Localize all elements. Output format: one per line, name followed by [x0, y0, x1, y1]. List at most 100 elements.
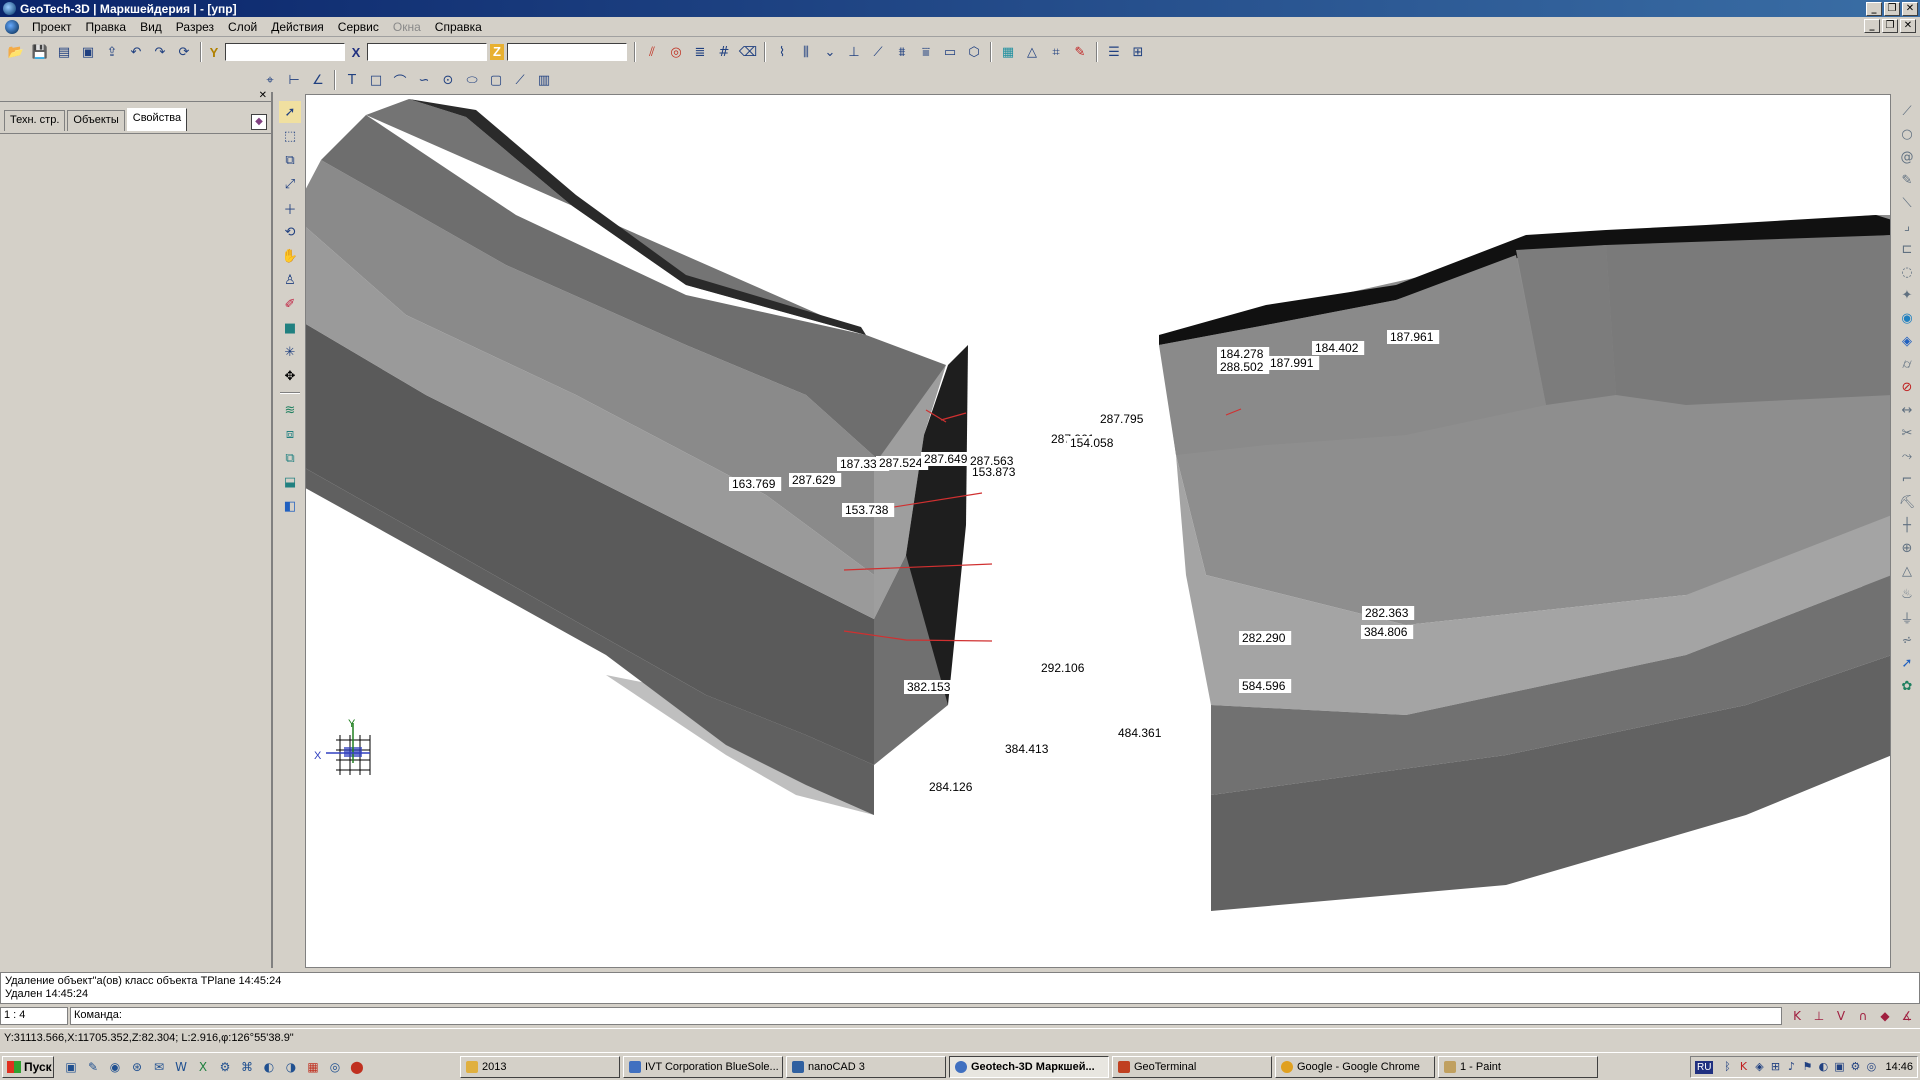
- hatch-icon[interactable]: ⫽: [641, 41, 663, 63]
- task-paint[interactable]: 1 - Paint: [1438, 1055, 1598, 1078]
- select-area-icon[interactable]: ▦: [997, 41, 1019, 63]
- elevation-label[interactable]: 288.502: [1217, 360, 1270, 374]
- triangle-icon[interactable]: △: [1896, 560, 1918, 583]
- elevation-label[interactable]: 153.873: [969, 465, 1022, 479]
- rectangle-icon[interactable]: □: [365, 69, 387, 91]
- route-icon[interactable]: ⤳: [1896, 445, 1918, 468]
- tray-icon[interactable]: ⚙: [1848, 1060, 1862, 1074]
- tray-icon[interactable]: ◐: [1816, 1060, 1830, 1074]
- ql-app-icon[interactable]: ◎: [325, 1056, 345, 1078]
- task-nanocad[interactable]: nanoCAD 3: [786, 1055, 946, 1078]
- elevation-label[interactable]: 287.649: [921, 452, 974, 466]
- ql-app-icon[interactable]: ✎: [83, 1056, 103, 1078]
- diamond-icon[interactable]: ◆: [1875, 1007, 1895, 1025]
- elevation-label[interactable]: 184.278: [1217, 347, 1270, 361]
- pointer-icon[interactable]: ➚: [279, 101, 301, 123]
- add-point-icon[interactable]: ＋: [279, 197, 301, 219]
- cursor-icon[interactable]: ➚: [1896, 652, 1918, 675]
- compass-icon[interactable]: ✦: [1896, 284, 1918, 307]
- pencil-icon[interactable]: ✎: [1069, 41, 1091, 63]
- export-icon[interactable]: ⇪: [101, 41, 123, 63]
- elevation-label[interactable]: 287.629: [789, 473, 842, 487]
- model-scene[interactable]: Y X 163.769 287.629187.332287.524 287.649 2…: [306, 95, 1891, 968]
- lamp-icon[interactable]: ♨: [1896, 583, 1918, 606]
- elevation-label[interactable]: 584.596: [1239, 679, 1292, 693]
- menu-service[interactable]: Сервис: [331, 20, 386, 34]
- undo-icon[interactable]: ↶: [125, 41, 147, 63]
- rotate-icon[interactable]: ⟲: [279, 221, 301, 243]
- task-geotech[interactable]: Geotech-3D Маркшей...: [949, 1055, 1109, 1078]
- diagonal-icon[interactable]: ⟍: [1896, 192, 1918, 215]
- ql-app-icon[interactable]: ✉: [149, 1056, 169, 1078]
- table-icon[interactable]: ▥: [533, 69, 555, 91]
- ellipse-icon[interactable]: ⬭: [461, 69, 483, 91]
- arc-icon[interactable]: ⌒: [389, 69, 411, 91]
- select-multi-icon[interactable]: ⧉: [279, 149, 301, 171]
- scale-field[interactable]: 1 : 4: [0, 1007, 68, 1025]
- globe-icon[interactable]: ◉: [1896, 307, 1918, 330]
- task-folder[interactable]: 2013: [460, 1055, 620, 1078]
- elevation-label[interactable]: 384.413: [1002, 742, 1055, 756]
- menu-section[interactable]: Разрез: [169, 20, 221, 34]
- antivirus-icon[interactable]: K: [1736, 1060, 1750, 1074]
- grid-icon[interactable]: #: [713, 41, 735, 63]
- x-coord-input[interactable]: [367, 43, 487, 61]
- y-coord-input[interactable]: [225, 43, 345, 61]
- open-icon[interactable]: 📂: [5, 41, 27, 63]
- ql-app-icon[interactable]: ◑: [281, 1056, 301, 1078]
- stack-icon[interactable]: ≣: [689, 41, 711, 63]
- layers-icon[interactable]: ▤: [53, 41, 75, 63]
- layer-stack-icon[interactable]: ≋: [279, 399, 301, 421]
- restore-button[interactable]: ❐: [1884, 1, 1900, 16]
- elevation-label[interactable]: 282.290: [1239, 631, 1292, 645]
- ql-app-icon[interactable]: ◉: [105, 1056, 125, 1078]
- target-icon[interactable]: ◎: [665, 41, 687, 63]
- elevation-label[interactable]: 382.153: [904, 680, 957, 694]
- cylinder-icon[interactable]: ⌭: [1896, 353, 1918, 376]
- line-icon[interactable]: ⟋: [509, 69, 531, 91]
- ql-excel-icon[interactable]: X: [193, 1056, 213, 1078]
- elevation-label[interactable]: 284.126: [926, 780, 979, 794]
- block-icon[interactable]: ◈: [1896, 330, 1918, 353]
- layer-frame-icon[interactable]: ⬓: [279, 471, 301, 493]
- ql-word-icon[interactable]: W: [171, 1056, 191, 1078]
- pen-icon[interactable]: ✎: [1896, 169, 1918, 192]
- minimize-button[interactable]: _: [1866, 1, 1882, 16]
- document-icon[interactable]: [5, 19, 19, 34]
- tab-tech-structure[interactable]: Техн. стр.: [4, 110, 66, 131]
- axis-icon[interactable]: ┼: [1896, 514, 1918, 537]
- properties-icon[interactable]: ⊞: [1127, 41, 1149, 63]
- mdi-close-button[interactable]: ✕: [1900, 19, 1916, 33]
- measure-icon[interactable]: △: [1021, 41, 1043, 63]
- list-icon[interactable]: ☰: [1103, 41, 1125, 63]
- tray-icon[interactable]: ▣: [1832, 1060, 1846, 1074]
- mdi-minimize-button[interactable]: _: [1864, 19, 1880, 33]
- v-snap-icon[interactable]: V: [1831, 1007, 1851, 1025]
- ql-app-icon[interactable]: ⬤: [347, 1056, 367, 1078]
- scissors-icon[interactable]: ✂: [1896, 422, 1918, 445]
- corner-icon[interactable]: ⌟: [1896, 215, 1918, 238]
- ql-app-icon[interactable]: ◐: [259, 1056, 279, 1078]
- tray-icon[interactable]: ◈: [1752, 1060, 1766, 1074]
- box-icon[interactable]: ▢: [485, 69, 507, 91]
- k-icon[interactable]: K: [1787, 1007, 1807, 1025]
- ql-app-icon[interactable]: ▣: [61, 1056, 81, 1078]
- tab-objects[interactable]: Объекты: [67, 110, 125, 131]
- curve-icon[interactable]: ∽: [413, 69, 435, 91]
- language-indicator[interactable]: RU: [1695, 1060, 1714, 1074]
- profile-icon[interactable]: ⩸: [915, 41, 937, 63]
- menu-actions[interactable]: Действия: [264, 20, 331, 34]
- crosshair-icon[interactable]: ⊕: [1896, 537, 1918, 560]
- frame-icon[interactable]: ▭: [939, 41, 961, 63]
- dimension-icon[interactable]: ⊢: [283, 69, 305, 91]
- no-entry-icon[interactable]: ⊘: [1896, 376, 1918, 399]
- text-icon[interactable]: T: [341, 69, 363, 91]
- ql-app-icon[interactable]: ⊛: [127, 1056, 147, 1078]
- tray-icon[interactable]: ◎: [1864, 1060, 1878, 1074]
- 3d-viewport[interactable]: Y X 163.769 287.629 187.332 287.524 287.649 2…: [305, 94, 1891, 968]
- model-icon[interactable]: ⬡: [963, 41, 985, 63]
- ql-app-icon[interactable]: ⌘: [237, 1056, 257, 1078]
- person-icon[interactable]: ♙: [279, 269, 301, 291]
- panel-close-icon[interactable]: ✕: [259, 90, 267, 101]
- elevation-label[interactable]: 484.361: [1115, 726, 1168, 740]
